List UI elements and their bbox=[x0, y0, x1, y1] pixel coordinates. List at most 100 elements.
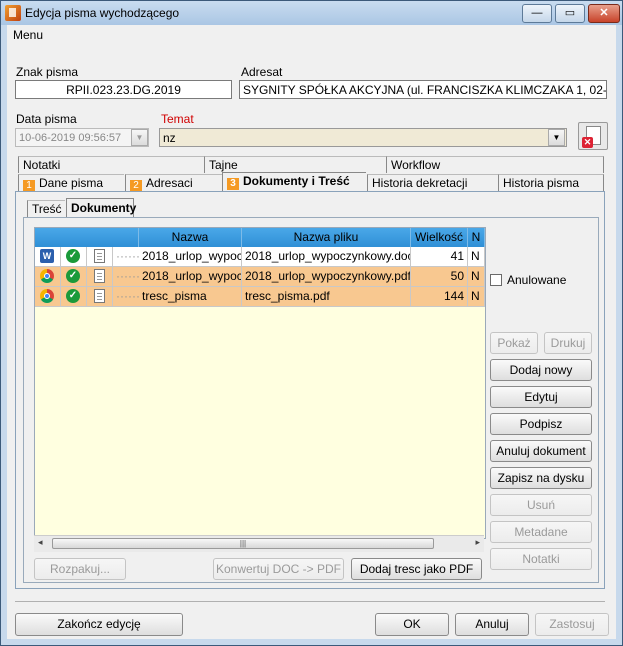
word-document-icon: W bbox=[40, 249, 54, 263]
cell-nazwa-pliku: tresc_pisma.pdf bbox=[242, 287, 411, 307]
cell-wielkosc: 50 bbox=[411, 267, 468, 287]
horizontal-scrollbar[interactable]: ◂ ||| ▸ bbox=[34, 535, 484, 552]
temat-label: Temat bbox=[161, 112, 194, 126]
ok-button[interactable]: OK bbox=[375, 613, 449, 636]
tab-workflow[interactable]: Workflow bbox=[386, 156, 604, 173]
notatki-button[interactable]: Notatki bbox=[490, 548, 592, 570]
tree-line: ······ bbox=[113, 247, 139, 267]
status-cell: ✓ bbox=[61, 247, 87, 267]
tab-historia-pisma[interactable]: Historia pisma bbox=[498, 174, 604, 191]
menu-bar: Menu bbox=[7, 25, 616, 45]
zakoncz-edycje-button[interactable]: Zakończ edycję bbox=[15, 613, 183, 636]
konwertuj-button[interactable]: Konwertuj DOC -> PDF bbox=[213, 558, 344, 580]
status-cell: ✓ bbox=[61, 287, 87, 307]
scroll-right-icon[interactable]: ▸ bbox=[475, 537, 480, 548]
column-header-nazwa[interactable]: Nazwa bbox=[139, 228, 242, 247]
tree-line: ······ bbox=[113, 267, 139, 287]
type-cell bbox=[35, 267, 61, 287]
anulowane-checkbox[interactable] bbox=[490, 274, 502, 286]
temat-field[interactable]: nz bbox=[159, 128, 567, 147]
tab-dokumenty-i-tresc[interactable]: 3 Dokumenty i Treść bbox=[222, 172, 366, 192]
minimize-button[interactable]: — bbox=[522, 4, 552, 23]
rozpakuj-button[interactable]: Rozpakuj... bbox=[34, 558, 126, 580]
tab-label: Adresaci bbox=[146, 176, 193, 190]
adresat-label: Adresat bbox=[241, 65, 283, 79]
status-cell: ✓ bbox=[61, 267, 87, 287]
documents-grid: Nazwa Nazwa pliku Wielkość N W ✓ ······ … bbox=[34, 227, 486, 539]
app-icon bbox=[5, 5, 21, 21]
subtab-tresc[interactable]: Treść bbox=[27, 200, 65, 218]
subtab-dokumenty[interactable]: Dokumenty bbox=[66, 198, 136, 218]
close-button[interactable]: ✕ bbox=[588, 4, 620, 23]
tab-number-badge: 3 bbox=[227, 178, 239, 190]
tab-notatki[interactable]: Notatki bbox=[18, 156, 204, 173]
drukuj-button[interactable]: Drukuj bbox=[544, 332, 592, 354]
edytuj-button[interactable]: Edytuj bbox=[490, 386, 592, 408]
column-header-nazwa-pliku[interactable]: Nazwa pliku bbox=[242, 228, 411, 247]
zastosuj-button[interactable]: Zastosuj bbox=[535, 613, 609, 636]
pokaz-button[interactable]: Pokaż bbox=[490, 332, 538, 354]
date-dropdown-icon[interactable]: ▼ bbox=[131, 129, 148, 146]
anuluj-dokument-button[interactable]: Anuluj dokument bbox=[490, 440, 592, 462]
cell-nazwa-pliku: 2018_urlop_wypoczynkowy.doc bbox=[242, 247, 411, 267]
delete-icon: ✕ bbox=[582, 137, 593, 148]
column-header-wielkosc[interactable]: Wielkość bbox=[411, 228, 468, 247]
anuluj-button[interactable]: Anuluj bbox=[455, 613, 529, 636]
file-cell bbox=[87, 267, 113, 287]
znak-pisma-field[interactable]: RPII.023.23.DG.2019 bbox=[15, 80, 232, 99]
tab-label: Dane pisma bbox=[39, 176, 104, 190]
adresat-field[interactable]: SYGNITY SPÓŁKA AKCYJNA (ul. FRANCISZKA K… bbox=[239, 80, 607, 99]
check-icon: ✓ bbox=[66, 269, 80, 283]
table-row[interactable]: ✓ ······ tresc_pisma tresc_pisma.pdf 144… bbox=[35, 287, 485, 307]
dodaj-nowy-button[interactable]: Dodaj nowy bbox=[490, 359, 592, 381]
chrome-icon bbox=[40, 269, 54, 283]
anulowane-label: Anulowane bbox=[507, 273, 567, 287]
chrome-icon bbox=[40, 289, 54, 303]
data-pisma-field[interactable]: 10-06-2019 09:56:57 bbox=[15, 128, 149, 147]
maximize-button[interactable]: ▭ bbox=[555, 4, 585, 23]
file-cell bbox=[87, 287, 113, 307]
cell-wielkosc: 41 bbox=[411, 247, 468, 267]
check-icon: ✓ bbox=[66, 289, 80, 303]
menu-item[interactable]: Menu bbox=[13, 28, 43, 42]
document-icon bbox=[94, 269, 105, 283]
cell-nazwa: 2018_urlop_wypocz bbox=[139, 247, 242, 267]
zapisz-na-dysku-button[interactable]: Zapisz na dysku bbox=[490, 467, 592, 489]
grid-header-spacer bbox=[35, 228, 139, 247]
metadane-button[interactable]: Metadane bbox=[490, 521, 592, 543]
tab-historia-dekretacji[interactable]: Historia dekretacji bbox=[367, 174, 498, 191]
grid-header: Nazwa Nazwa pliku Wielkość N bbox=[35, 228, 485, 247]
title-bar: Edycja pisma wychodzącego — ▭ ✕ bbox=[1, 1, 622, 25]
cell-nazwa: tresc_pisma bbox=[139, 287, 242, 307]
document-icon bbox=[94, 249, 105, 263]
file-cell bbox=[87, 247, 113, 267]
data-pisma-label: Data pisma bbox=[16, 112, 77, 126]
temat-dropdown-icon[interactable]: ▼ bbox=[548, 129, 565, 146]
type-cell bbox=[35, 287, 61, 307]
podpisz-button[interactable]: Podpisz bbox=[490, 413, 592, 435]
cell-n: N bbox=[468, 247, 485, 267]
tab-adresaci[interactable]: 2 Adresaci bbox=[125, 174, 222, 192]
document-icon bbox=[94, 289, 105, 303]
usun-button[interactable]: Usuń bbox=[490, 494, 592, 516]
cell-n: N bbox=[468, 267, 485, 287]
scroll-left-icon[interactable]: ◂ bbox=[38, 537, 43, 548]
scrollbar-thumb[interactable]: ||| bbox=[52, 538, 434, 549]
tab-label: Dokumenty i Treść bbox=[243, 174, 350, 188]
tab-dane-pisma[interactable]: 1 Dane pisma bbox=[18, 174, 124, 192]
table-row[interactable]: ✓ ······ 2018_urlop_wypocz 2018_urlop_wy… bbox=[35, 267, 485, 287]
znak-pisma-label: Znak pisma bbox=[16, 65, 79, 79]
cell-wielkosc: 144 bbox=[411, 287, 468, 307]
window: Edycja pisma wychodzącego — ▭ ✕ Menu Zna… bbox=[0, 0, 623, 646]
footer-separator bbox=[15, 601, 605, 602]
cell-nazwa-pliku: 2018_urlop_wypoczynkowy.pdf bbox=[242, 267, 411, 287]
column-header-n[interactable]: N bbox=[468, 228, 485, 247]
edit-document-icon[interactable]: ✕ bbox=[578, 122, 608, 150]
tab-tajne[interactable]: Tajne bbox=[204, 156, 386, 173]
dodaj-tresc-button[interactable]: Dodaj tresc jako PDF bbox=[351, 558, 482, 580]
cell-n: N bbox=[468, 287, 485, 307]
window-title: Edycja pisma wychodzącego bbox=[25, 6, 180, 20]
table-row[interactable]: W ✓ ······ 2018_urlop_wypocz 2018_urlop_… bbox=[35, 247, 485, 267]
tree-line: ······ bbox=[113, 287, 139, 307]
check-icon: ✓ bbox=[66, 249, 80, 263]
